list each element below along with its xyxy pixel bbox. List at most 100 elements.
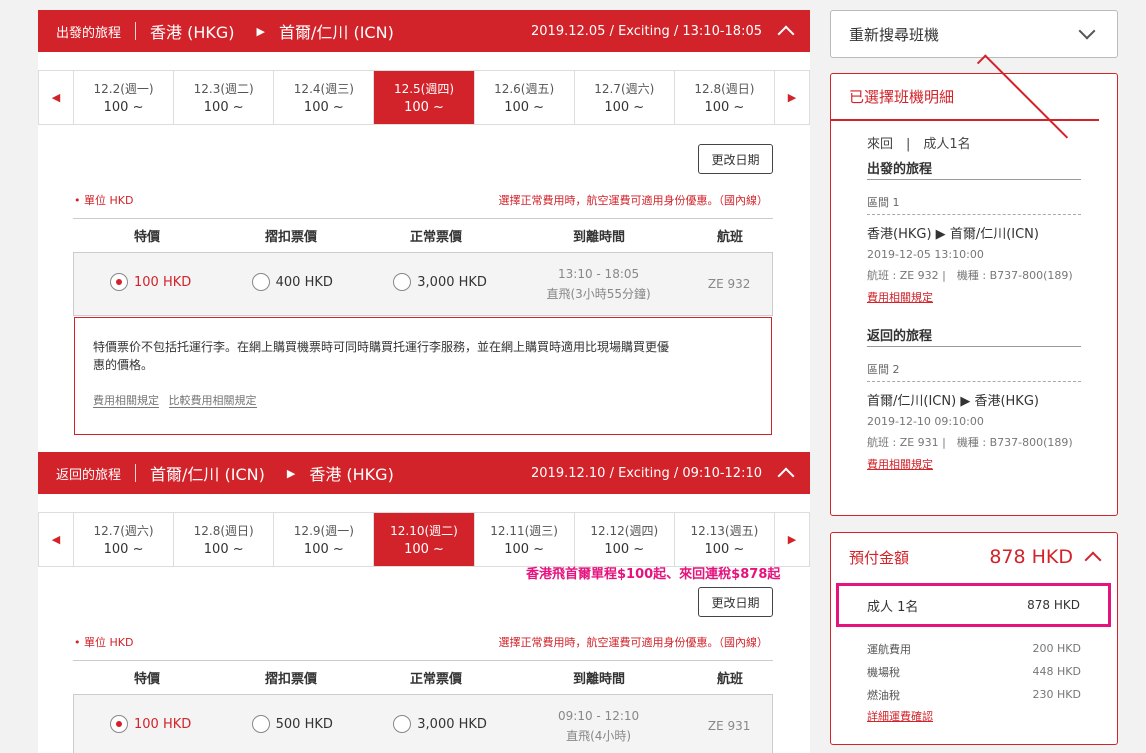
fare-details-link[interactable]: 詳細運費確認 bbox=[867, 708, 1081, 724]
re-search-button[interactable]: 重新搜尋班機 bbox=[830, 10, 1118, 58]
special-fare-radio[interactable]: 100 HKD bbox=[110, 715, 191, 733]
discount-fare-radio[interactable]: 400 HKD bbox=[251, 273, 333, 291]
trip-type: 來回 | 成人1名 bbox=[867, 137, 971, 152]
prepaid-total: 878 HKD bbox=[989, 546, 1073, 568]
change-date-button[interactable]: 更改日期 bbox=[698, 587, 773, 617]
fare-rules-link[interactable]: 費用相關規定 bbox=[93, 394, 159, 408]
date-tab[interactable]: 12.2(週一) 100 ~ bbox=[74, 71, 175, 124]
date-tab[interactable]: 12.3(週二) 100 ~ bbox=[174, 71, 275, 124]
outbound-subtitle: 出發的旅程 bbox=[867, 152, 1081, 180]
discount-fare-value: 500 HKD bbox=[275, 716, 333, 732]
fare-rules-link[interactable]: 費用相關規定 bbox=[867, 289, 1081, 305]
date-label: 12.6(週五) bbox=[494, 82, 555, 96]
chevron-up-icon bbox=[1084, 551, 1102, 569]
date-label: 12.13(週五) bbox=[690, 524, 759, 538]
inbound-route: 首爾/仁川 (ICN) ▶ 香港 (HKG) bbox=[150, 461, 394, 485]
date-label: 12.8(週日) bbox=[193, 524, 254, 538]
date-tab[interactable]: 12.8(週日) 100 ~ bbox=[675, 71, 774, 124]
outbound-datetime: 2019-12-05 13:10:00 bbox=[867, 248, 984, 261]
date-label: 12.12(週四) bbox=[590, 524, 659, 538]
inbound-label: 返回的旅程 bbox=[56, 467, 122, 483]
special-fare-value: 100 HKD bbox=[134, 274, 192, 290]
fee-label: 運航費用 bbox=[867, 642, 911, 656]
outbound-fare-table: 特價 摺扣票價 正常票價 到離時間 航班 100 HKD 400 HKD 3,0… bbox=[73, 218, 773, 316]
inbound-header-bar[interactable]: 返回的旅程 首爾/仁川 (ICN) ▶ 香港 (HKG) 2019.12.10 … bbox=[38, 452, 810, 494]
normal-fare-radio[interactable]: 3,000 HKD bbox=[393, 273, 487, 291]
route-from: 香港(HKG) bbox=[867, 227, 932, 242]
date-label: 12.7(週六) bbox=[93, 524, 154, 538]
selected-flight-details: 已選擇班機明細 來回 | 成人1名 出發的旅程 區間 1 香港(HKG) ▶ 首… bbox=[830, 53, 1118, 516]
date-tab[interactable]: 12.4(週三) 100 ~ bbox=[274, 71, 375, 124]
compare-fare-link[interactable]: 比較費用相關規定 bbox=[168, 394, 257, 408]
prev-arrow-icon[interactable]: ◀ bbox=[39, 71, 74, 124]
header-normal: 正常票價 bbox=[409, 230, 462, 245]
header-flight: 航班 bbox=[716, 672, 743, 687]
normal-fare-radio[interactable]: 3,000 HKD bbox=[393, 715, 487, 733]
inbound-from: 首爾/仁川 (ICN) bbox=[150, 465, 265, 484]
date-price: 100 ~ bbox=[404, 542, 444, 557]
fare-header-row: 特價 摺扣票價 正常票價 到離時間 航班 bbox=[73, 660, 773, 694]
adult-amount: 878 HKD bbox=[1027, 598, 1080, 612]
prepaid-header[interactable]: 預付金額 878 HKD bbox=[831, 533, 1117, 581]
chevron-down-icon bbox=[1078, 22, 1096, 40]
date-tab-selected[interactable]: 12.5(週四) 100 ~ bbox=[374, 71, 475, 124]
outbound-to: 首爾/仁川 (ICN) bbox=[278, 23, 394, 42]
radio-selected-icon bbox=[110, 715, 128, 733]
fee-label: 機場稅 bbox=[867, 665, 900, 679]
flight-number: ZE 931 bbox=[707, 719, 751, 733]
header-discount: 摺扣票價 bbox=[264, 672, 317, 687]
header-time: 到離時間 bbox=[572, 672, 625, 687]
discount-fare-radio[interactable]: 500 HKD bbox=[251, 715, 333, 733]
segment-label: 區間 1 bbox=[867, 180, 1081, 215]
inbound-date-strip: ◀ 12.7(週六) 100 ~ 12.8(週日) 100 ~ 12.9(週一) 10… bbox=[38, 512, 810, 567]
date-tab[interactable]: 12.7(週六) 100 ~ bbox=[575, 71, 675, 124]
date-tab[interactable]: 12.12(週四) 100 ~ bbox=[575, 513, 675, 566]
arrow-right-icon: ▶ bbox=[286, 466, 296, 480]
header-special: 特價 bbox=[133, 672, 160, 687]
outbound-header-bar[interactable]: 出發的旅程 香港 (HKG) ▶ 首爾/仁川 (ICN) 2019.12.05 … bbox=[38, 10, 810, 52]
special-fare-radio[interactable]: 100 HKD bbox=[110, 273, 191, 291]
unit-label: • 單位 HKD bbox=[74, 194, 134, 207]
outbound-section: 出發的旅程 香港 (HKG) ▶ 首爾/仁川 (ICN) 2019.12.05 … bbox=[38, 10, 810, 452]
adult-label: 成人 1名 bbox=[867, 599, 919, 615]
date-tab[interactable]: 12.13(週五) 100 ~ bbox=[675, 513, 774, 566]
change-date-button[interactable]: 更改日期 bbox=[698, 144, 773, 174]
date-tab[interactable]: 12.9(週一) 100 ~ bbox=[274, 513, 375, 566]
date-label: 12.11(週三) bbox=[490, 524, 558, 538]
date-label: 12.2(週一) bbox=[93, 82, 154, 96]
promo-annotation: 香港飛首爾單程$100起、來回連稅$878起 bbox=[526, 567, 781, 582]
prev-arrow-icon[interactable]: ◀ bbox=[39, 513, 74, 566]
re-search-label: 重新搜尋班機 bbox=[849, 25, 940, 44]
date-price: 100 ~ bbox=[404, 100, 444, 115]
adult-price-highlight: 成人 1名 878 HKD bbox=[836, 583, 1111, 627]
next-arrow-icon[interactable]: ▶ bbox=[773, 71, 809, 124]
route-to: 首爾/仁川(ICN) bbox=[949, 227, 1039, 242]
unit-label: • 單位 HKD bbox=[74, 636, 134, 649]
date-label: 12.7(週六) bbox=[594, 82, 655, 96]
arrow-right-icon: ▶ bbox=[935, 227, 946, 242]
chevron-up-icon[interactable] bbox=[777, 467, 795, 485]
radio-icon bbox=[251, 715, 270, 733]
fare-note: 選擇正常費用時，航空運費可適用身份優惠。（國內線） bbox=[498, 636, 769, 649]
fare-links: 費用相關規定 比較費用相關規定 bbox=[93, 392, 263, 408]
chevron-up-icon[interactable] bbox=[777, 25, 795, 43]
date-price: 100 ~ bbox=[704, 542, 745, 557]
arrow-right-icon: ▶ bbox=[256, 24, 265, 38]
outbound-from: 香港 (HKG) bbox=[150, 23, 235, 42]
radio-icon bbox=[393, 273, 412, 291]
header-flight: 航班 bbox=[716, 230, 743, 245]
date-tab[interactable]: 12.8(週日) 100 ~ bbox=[174, 513, 275, 566]
date-tab[interactable]: 12.7(週六) 100 ~ bbox=[74, 513, 175, 566]
outbound-route-summary: 香港(HKG) ▶ 首爾/仁川(ICN) bbox=[867, 223, 1081, 242]
details-header[interactable]: 已選擇班機明細 bbox=[831, 53, 1099, 146]
outbound-date-strip: ◀ 12.2(週一) 100 ~ 12.3(週二) 100 ~ 12.4(週三) 10… bbox=[38, 70, 810, 125]
inbound-subtitle: 返回的旅程 bbox=[867, 319, 1081, 347]
date-tab[interactable]: 12.6(週五) 100 ~ bbox=[475, 71, 575, 124]
header-normal: 正常票價 bbox=[409, 672, 462, 687]
fare-rules-link[interactable]: 費用相關規定 bbox=[867, 456, 1081, 472]
date-label: 12.4(週三) bbox=[293, 82, 354, 96]
date-tab[interactable]: 12.11(週三) 100 ~ bbox=[475, 513, 575, 566]
next-arrow-icon[interactable]: ▶ bbox=[773, 513, 809, 566]
date-tab-selected[interactable]: 12.10(週二) 100 ~ bbox=[374, 513, 475, 566]
segment-label: 區間 2 bbox=[867, 347, 1081, 382]
